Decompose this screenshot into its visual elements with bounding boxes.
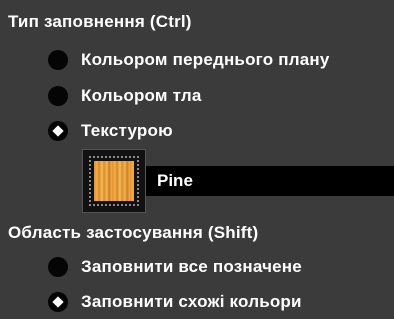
fill-area-title: Область застосування (Shift) <box>8 223 259 242</box>
radio-foreground[interactable] <box>48 50 68 70</box>
fill-type-background-label: Кольором тла <box>81 86 202 105</box>
texture-name-field[interactable]: Pine <box>146 166 394 196</box>
texture-swatch-button[interactable] <box>82 149 146 213</box>
fill-area-similar-colors-label: Заповнити схожі кольори <box>81 292 302 311</box>
fill-settings-panel: Тип заповнення (Ctrl) Кольором передньог… <box>0 0 394 319</box>
texture-swatch-frame <box>89 156 139 206</box>
texture-selector: Pine <box>82 149 394 215</box>
fill-type-foreground-label: Кольором переднього плану <box>81 50 330 69</box>
texture-name: Pine <box>157 171 193 190</box>
wood-texture-icon <box>94 161 134 201</box>
fill-area-similar-colors-option[interactable]: Заповнити схожі кольори <box>48 289 302 315</box>
radio-fill-similar-colors[interactable] <box>48 292 68 312</box>
radio-background[interactable] <box>48 86 68 106</box>
fill-type-background-option[interactable]: Кольором тла <box>48 83 202 109</box>
fill-type-title: Тип заповнення (Ctrl) <box>8 12 192 31</box>
fill-type-texture-option[interactable]: Текстурою <box>48 118 173 144</box>
radio-texture[interactable] <box>48 121 68 141</box>
fill-type-foreground-option[interactable]: Кольором переднього плану <box>48 47 329 73</box>
fill-area-all-selected-option[interactable]: Заповнити все позначене <box>48 254 302 280</box>
fill-area-all-selected-label: Заповнити все позначене <box>81 257 302 276</box>
fill-type-texture-label: Текстурою <box>81 121 173 140</box>
radio-fill-all-selected[interactable] <box>48 257 68 277</box>
